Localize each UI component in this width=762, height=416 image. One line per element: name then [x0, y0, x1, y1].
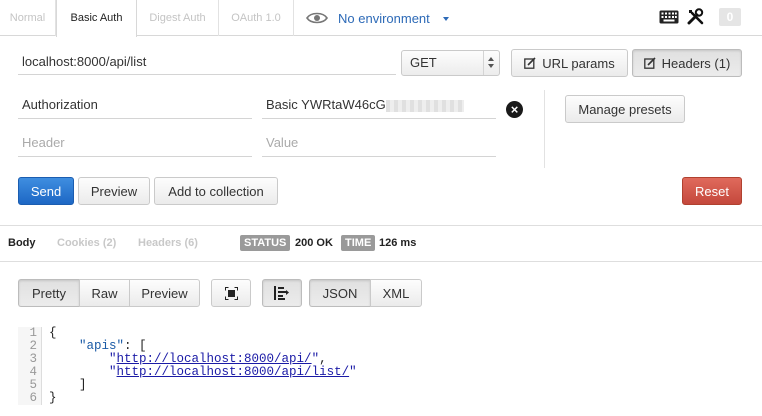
reset-label: Reset	[695, 183, 729, 199]
fullscreen-icon	[224, 286, 238, 300]
status-value: 200 OK	[295, 237, 333, 249]
time-value: 126 ms	[379, 237, 417, 249]
api-list-link[interactable]: http://localhost:8000/api/list/	[117, 365, 350, 379]
send-button[interactable]: Send	[18, 177, 74, 205]
keyboard-icon[interactable]	[659, 10, 679, 24]
api-link[interactable]: http://localhost:8000/api/	[117, 352, 312, 366]
wrap-lines-button[interactable]	[262, 279, 302, 307]
tools-icon[interactable]	[687, 8, 704, 25]
chevron-down-icon	[442, 17, 449, 21]
pretty-button[interactable]: Pretty	[18, 279, 79, 307]
json-punct: : [	[124, 339, 147, 353]
auth-tab-bar: Normal Basic Auth Digest Auth OAuth 1.0 …	[0, 0, 762, 37]
xml-button[interactable]: XML	[370, 279, 422, 307]
tab-digest-auth[interactable]: Digest Auth	[137, 0, 219, 36]
line-numbers: 1 2 3 4 5 6	[18, 327, 42, 405]
xml-label: XML	[382, 285, 410, 301]
raw-button[interactable]: Raw	[79, 279, 129, 307]
updown-arrows-icon	[483, 51, 499, 75]
edit-icon	[524, 57, 536, 69]
method-label: GET	[410, 55, 437, 70]
notification-count[interactable]: 0	[719, 8, 741, 26]
code-lines: { "apis": [ "http://localhost:8000/api/"…	[49, 327, 357, 405]
view-mode-group: Pretty Raw Preview	[18, 279, 200, 307]
bracket-close: ]	[79, 378, 87, 392]
remove-header-icon[interactable]: ×	[506, 101, 523, 118]
send-label: Send	[30, 183, 62, 199]
format-group: JSON XML	[309, 279, 422, 307]
header-value-input[interactable]: Basic YWRtaW46cG	[262, 91, 496, 119]
divider	[0, 261, 762, 262]
eye-icon	[306, 12, 328, 24]
url-input[interactable]	[18, 48, 396, 75]
headers-button[interactable]: Headers (1)	[632, 49, 742, 77]
preview-button[interactable]: Preview	[78, 177, 150, 205]
code-line: "http://localhost:8000/api/list/"	[109, 365, 357, 379]
divider	[544, 90, 545, 168]
url-params-label: URL params	[542, 55, 615, 71]
manage-presets-label: Manage presets	[578, 101, 672, 117]
brace-open: {	[49, 326, 57, 340]
url-params-button[interactable]: URL params	[511, 49, 628, 77]
header-key-input[interactable]	[18, 91, 252, 119]
tab-body[interactable]: Body	[8, 237, 36, 249]
json-key: "apis"	[79, 339, 125, 353]
tab-response-headers[interactable]: Headers (6)	[138, 237, 198, 249]
json-label: JSON	[322, 285, 358, 301]
reset-button[interactable]: Reset	[682, 177, 742, 205]
new-header-key-input[interactable]	[18, 129, 252, 157]
preview-label: Preview	[90, 183, 138, 199]
code-line: }	[49, 392, 357, 405]
method-select[interactable]: GET	[401, 50, 500, 76]
brace-close: }	[49, 391, 57, 405]
environment-label: No environment	[338, 10, 430, 26]
header-value-text: Basic YWRtaW46cG	[266, 97, 386, 112]
preview-response-label: Preview	[141, 285, 188, 301]
wrap-lines-icon	[274, 286, 289, 300]
new-header-value-input[interactable]	[262, 129, 496, 157]
code-line: ]	[49, 379, 357, 392]
tab-basic-auth[interactable]: Basic Auth	[56, 0, 137, 37]
pretty-label: Pretty	[32, 285, 66, 301]
headers-label: Headers (1)	[661, 55, 731, 71]
redacted-mask	[385, 99, 464, 112]
manage-presets-button[interactable]: Manage presets	[565, 95, 685, 123]
line-number: 6	[29, 391, 37, 405]
add-to-collection-label: Add to collection	[168, 183, 264, 199]
preview-response-button[interactable]: Preview	[129, 279, 200, 307]
tab-normal[interactable]: Normal	[0, 0, 56, 36]
tab-oauth[interactable]: OAuth 1.0	[219, 0, 294, 36]
raw-label: Raw	[91, 285, 118, 301]
divider	[0, 225, 762, 226]
time-badge: TIME	[341, 235, 376, 251]
edit-icon	[643, 57, 656, 69]
add-to-collection-button[interactable]: Add to collection	[154, 177, 278, 205]
fullscreen-button[interactable]	[211, 279, 251, 307]
tab-cookies[interactable]: Cookies (2)	[57, 237, 116, 249]
json-button[interactable]: JSON	[309, 279, 370, 307]
status-badge: STATUS	[240, 235, 291, 251]
environment-selector[interactable]: No environment	[306, 0, 449, 36]
